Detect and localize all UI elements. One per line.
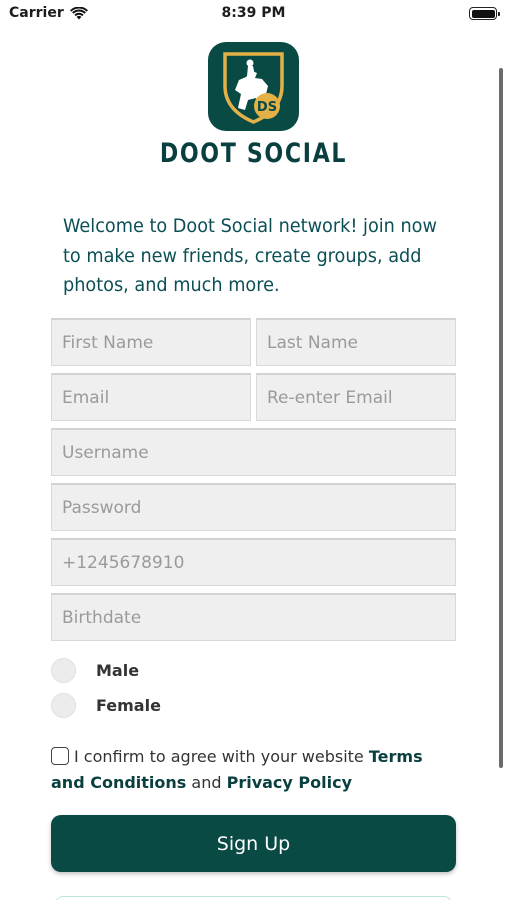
email-input[interactable] xyxy=(52,375,250,420)
battery-icon xyxy=(469,7,500,20)
terms-prefix: I confirm to agree with your website xyxy=(74,747,369,766)
logo-initials: DS xyxy=(257,100,277,115)
gender-female-label: Female xyxy=(96,696,161,715)
brand-name: DOOT SOCIAL xyxy=(159,138,348,169)
terms-agreement: I confirm to agree with your website Ter… xyxy=(51,744,461,796)
password-field[interactable] xyxy=(51,483,456,531)
last-name-field[interactable] xyxy=(256,318,456,366)
reenter-email-field[interactable] xyxy=(256,373,456,421)
radio-female[interactable] xyxy=(51,693,76,718)
clock: 8:39 PM xyxy=(221,5,286,21)
radio-male[interactable] xyxy=(51,658,76,683)
first-name-input[interactable] xyxy=(52,320,250,365)
welcome-line: to make new friends, create groups, add xyxy=(63,244,422,267)
scrollbar[interactable] xyxy=(499,68,503,768)
reenter-email-input[interactable] xyxy=(257,375,455,420)
gender-male-label: Male xyxy=(96,661,140,680)
username-field[interactable] xyxy=(51,428,456,476)
status-bar: Carrier 8:39 PM xyxy=(0,0,507,30)
gender-female-option[interactable]: Female xyxy=(51,693,161,718)
app-logo: DS xyxy=(208,42,299,131)
welcome-text: Welcome to Doot Social network! join now… xyxy=(63,212,437,301)
birthdate-input[interactable] xyxy=(52,595,455,640)
terms-checkbox[interactable] xyxy=(51,747,69,765)
gender-male-option[interactable]: Male xyxy=(51,658,139,683)
signup-button[interactable]: Sign Up xyxy=(51,815,456,872)
phone-input[interactable] xyxy=(52,540,455,585)
first-name-field[interactable] xyxy=(51,318,251,366)
password-input[interactable] xyxy=(52,485,455,530)
last-name-input[interactable] xyxy=(257,320,455,365)
welcome-line: photos, and much more. xyxy=(63,274,280,296)
birthdate-field[interactable] xyxy=(51,593,456,641)
phone-field[interactable] xyxy=(51,538,456,586)
terms-joiner: and xyxy=(186,773,227,792)
username-input[interactable] xyxy=(52,430,455,475)
welcome-line: Welcome to Doot Social network! join now xyxy=(63,215,437,237)
secondary-card xyxy=(55,896,452,900)
email-field[interactable] xyxy=(51,373,251,421)
privacy-link[interactable]: Privacy Policy xyxy=(227,773,352,792)
